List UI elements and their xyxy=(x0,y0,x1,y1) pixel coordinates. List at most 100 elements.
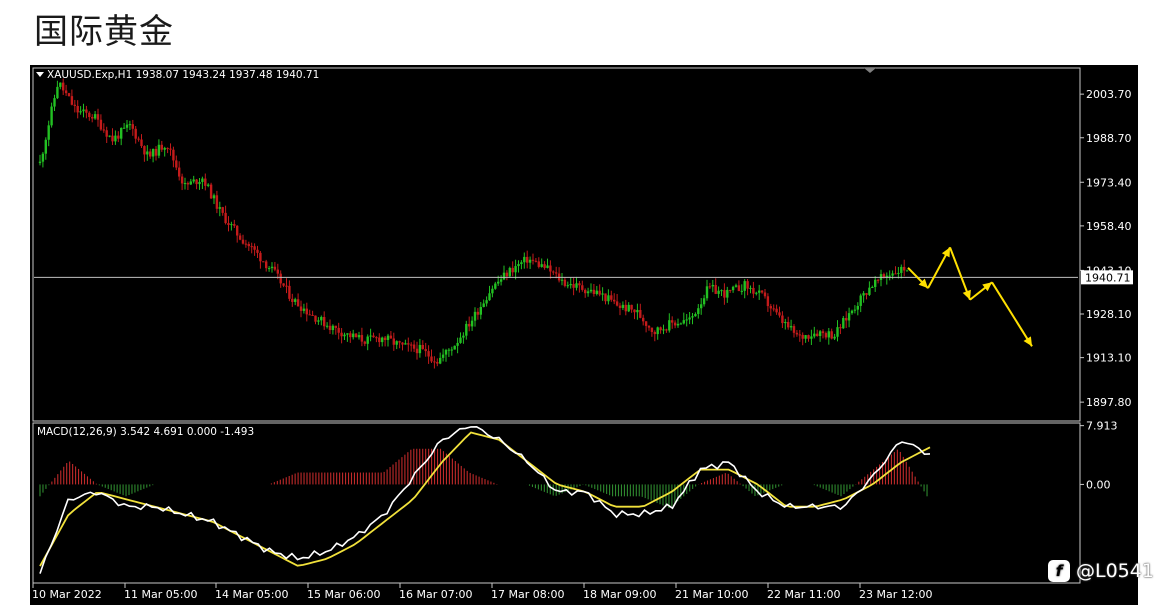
candle-body xyxy=(357,335,361,338)
candle-body xyxy=(642,317,645,322)
candle-body xyxy=(64,90,68,94)
candle-body xyxy=(421,344,424,350)
time-tick-label: 15 Mar 06:00 xyxy=(307,588,380,601)
candle-body xyxy=(876,279,880,281)
candle-body xyxy=(671,320,674,323)
candle-body xyxy=(647,325,651,328)
candle-body xyxy=(288,285,291,299)
candle-body xyxy=(340,332,343,337)
candle-body xyxy=(76,105,79,113)
candle-body xyxy=(697,308,700,315)
candle-body xyxy=(395,341,398,345)
candle-body xyxy=(204,178,207,186)
candle-body xyxy=(352,333,355,338)
candle-body xyxy=(349,333,352,338)
candle-body xyxy=(462,335,465,338)
candle-body xyxy=(511,267,514,273)
time-tick-label: 21 Mar 10:00 xyxy=(675,588,748,601)
candle-body xyxy=(488,293,491,301)
candle-body xyxy=(308,314,311,316)
candle-body xyxy=(108,135,111,137)
candle-body xyxy=(673,322,677,326)
time-tick-label: 18 Mar 09:00 xyxy=(583,588,656,601)
candle-body xyxy=(415,348,419,354)
candle-body xyxy=(613,299,616,302)
time-tick-label: 10 Mar 2022 xyxy=(32,588,102,601)
candle-body xyxy=(894,273,897,275)
candle-body xyxy=(70,96,74,105)
candle-body xyxy=(320,316,323,321)
candle-body xyxy=(662,329,665,331)
candle-body xyxy=(601,293,604,295)
candle-body xyxy=(470,320,474,327)
candle-body xyxy=(769,306,772,309)
candle-body xyxy=(172,149,175,161)
candle-body xyxy=(131,124,134,129)
candle-body xyxy=(366,336,369,344)
candle-body xyxy=(125,124,129,128)
watermark: f @L0541 xyxy=(1048,560,1154,582)
candle-body xyxy=(705,286,709,299)
candle-body xyxy=(807,335,810,339)
candle-body xyxy=(117,135,120,139)
candle-body xyxy=(233,224,236,226)
candle-body xyxy=(604,293,607,302)
candle-body xyxy=(842,318,845,329)
candle-body xyxy=(717,290,720,294)
candle-body xyxy=(209,184,213,199)
candle-body xyxy=(247,243,250,247)
candle-body xyxy=(265,261,268,269)
price-tick-label: 1928.10 xyxy=(1086,308,1132,321)
candle-body xyxy=(505,272,509,277)
candle-body xyxy=(830,331,833,339)
candle-body xyxy=(740,290,743,292)
candle-body xyxy=(836,327,839,337)
candle-body xyxy=(299,306,303,311)
candle-body xyxy=(665,329,668,331)
candle-body xyxy=(215,195,219,209)
candle-body xyxy=(517,264,520,267)
candle-body xyxy=(328,325,332,331)
candle-body xyxy=(163,147,166,150)
candle-body xyxy=(389,335,393,339)
candle-body xyxy=(766,296,770,307)
weibo-icon: f xyxy=(1048,560,1070,582)
candle-body xyxy=(482,303,485,308)
candle-body xyxy=(412,344,416,349)
candle-body xyxy=(447,349,451,351)
candle-body xyxy=(775,308,778,313)
candle-body xyxy=(491,288,494,294)
candle-body xyxy=(302,308,306,311)
candle-body xyxy=(157,144,161,156)
candle-body xyxy=(546,265,549,268)
candle-body xyxy=(795,332,799,335)
candle-body xyxy=(207,184,210,186)
candle-body xyxy=(636,309,639,313)
candle-body xyxy=(450,349,453,351)
candle-body xyxy=(497,281,500,284)
candle-body xyxy=(726,289,729,298)
candle-body xyxy=(378,337,381,343)
candle-body xyxy=(737,285,741,292)
candle-body xyxy=(763,292,767,297)
candle-body xyxy=(149,151,152,157)
candle-body xyxy=(47,125,50,140)
candle-body xyxy=(375,337,378,339)
candle-body xyxy=(436,361,439,364)
candle-body xyxy=(317,320,320,322)
candle-body xyxy=(729,289,732,291)
page-title: 国际黄金 xyxy=(34,12,174,52)
candle-body xyxy=(343,334,346,337)
gold-price-chart[interactable]: XAUUSD.Exp,H1 1938.07 1943.24 1937.48 19… xyxy=(30,65,1138,605)
candle-body xyxy=(44,139,47,154)
candle-body xyxy=(439,357,442,364)
trading-terminal[interactable]: XAUUSD.Exp,H1 1938.07 1943.24 1937.48 19… xyxy=(30,65,1138,605)
candle-body xyxy=(627,304,630,312)
candle-body xyxy=(650,327,654,332)
candle-body xyxy=(821,331,825,334)
candle-body xyxy=(468,323,471,327)
candle-body xyxy=(404,343,407,345)
candle-body xyxy=(79,111,82,113)
candle-body xyxy=(691,316,694,318)
macd-tick-label: 0.00 xyxy=(1086,478,1111,491)
